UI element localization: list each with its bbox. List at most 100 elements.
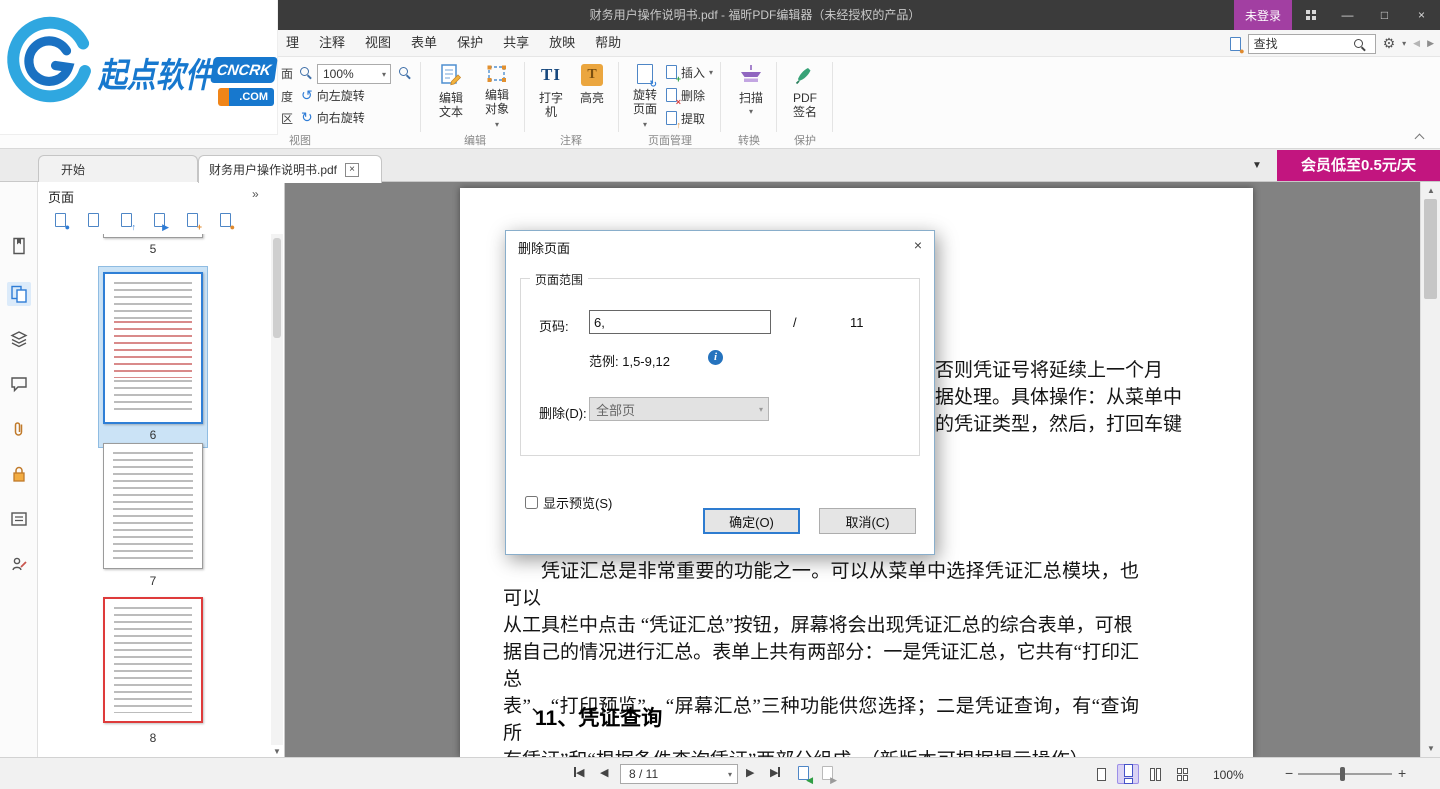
page-thumbnail-8-current[interactable] bbox=[103, 597, 203, 723]
pages-toolbar: ● ↑ ▶ + ● bbox=[38, 210, 271, 234]
tab-active-document[interactable]: 财务用户操作说明书.pdf × bbox=[198, 155, 382, 183]
cancel-button[interactable]: 取消(C) bbox=[819, 508, 916, 534]
document-view: 否则凭证号将延续上一个月 据处理。具体操作：从菜单中 的凭证类型，然后，打回车键… bbox=[285, 182, 1420, 757]
edit-object-button[interactable]: 编辑对象▾ bbox=[474, 60, 520, 132]
menu-item-help[interactable]: 帮助 bbox=[585, 30, 631, 56]
two-page-view-icon[interactable] bbox=[1144, 764, 1166, 784]
zoom-percentage[interactable]: 100% bbox=[1213, 768, 1244, 782]
previous-page-button[interactable]: ◀ bbox=[600, 766, 608, 779]
comments-panel-icon[interactable] bbox=[7, 372, 31, 396]
scan-button[interactable]: 扫描▾ bbox=[730, 60, 772, 132]
page-thumbnail-7[interactable] bbox=[103, 443, 203, 569]
menu-item-form[interactable]: 表单 bbox=[401, 30, 447, 56]
previous-view-icon[interactable]: ◀ bbox=[798, 766, 809, 783]
zoom-slider-thumb[interactable] bbox=[1340, 767, 1345, 781]
layers-panel-icon[interactable] bbox=[7, 327, 31, 351]
apps-grid-icon[interactable] bbox=[1292, 0, 1329, 30]
page-indicator-select[interactable]: 8 / 11 ▾ bbox=[620, 764, 738, 784]
maximize-button[interactable]: □ bbox=[1366, 0, 1403, 30]
menu-item-present[interactable]: 放映 bbox=[539, 30, 585, 56]
show-preview-checkbox[interactable] bbox=[525, 496, 538, 509]
page-range-input[interactable] bbox=[589, 310, 771, 334]
tab-close-icon[interactable]: × bbox=[345, 163, 359, 177]
menu-item-comment[interactable]: 注释 bbox=[309, 30, 355, 56]
close-button[interactable]: × bbox=[1403, 0, 1440, 30]
panel-expand-icon[interactable]: » bbox=[252, 187, 259, 201]
info-icon[interactable]: i bbox=[708, 350, 723, 365]
single-page-view-icon[interactable] bbox=[1090, 764, 1112, 784]
zoom-out-icon[interactable] bbox=[300, 67, 309, 76]
search-input[interactable] bbox=[1254, 37, 1354, 51]
zoom-in-button[interactable]: + bbox=[1398, 765, 1406, 781]
page-copy-icon[interactable] bbox=[88, 213, 99, 232]
insert-pages-button[interactable]: + 插入 ▾ bbox=[666, 63, 720, 81]
tab-list-dropdown-icon[interactable]: ▼ bbox=[1252, 160, 1262, 171]
thumbnail-zoom-icon[interactable]: ● bbox=[55, 213, 66, 232]
zoom-slider[interactable] bbox=[1298, 773, 1392, 775]
page-settings-icon[interactable]: ● bbox=[220, 213, 231, 232]
ok-button[interactable]: 确定(O) bbox=[703, 508, 800, 534]
new-page-icon[interactable]: + bbox=[187, 213, 198, 232]
doc-search-icon[interactable]: ● bbox=[1230, 37, 1241, 51]
login-button[interactable]: 未登录 bbox=[1234, 0, 1292, 30]
last-page-button[interactable]: ▶ bbox=[770, 766, 780, 779]
document-scrollbar[interactable]: ▲ ▼ bbox=[1420, 182, 1440, 757]
menu-item-manage[interactable]: 理 bbox=[276, 30, 309, 56]
form-fields-panel-icon[interactable] bbox=[7, 507, 31, 531]
delete-mode-label: 删除(D): bbox=[539, 403, 587, 422]
next-page-button[interactable]: ▶ bbox=[746, 766, 754, 779]
selected-thumbnail-highlight: 6 bbox=[98, 266, 208, 448]
two-page-continuous-view-icon[interactable] bbox=[1171, 764, 1193, 784]
scroll-down-icon[interactable]: ▼ bbox=[1421, 744, 1440, 753]
search-icon[interactable] bbox=[1354, 39, 1363, 48]
membership-promo-banner[interactable]: 会员低至0.5元/天 bbox=[1277, 150, 1440, 181]
scrollbar-thumb[interactable] bbox=[273, 238, 281, 338]
ribbon-collapse-icon[interactable] bbox=[1415, 134, 1425, 144]
zoom-level-select[interactable]: 100% ▾ bbox=[317, 64, 391, 84]
next-view-icon[interactable]: ▶ bbox=[822, 766, 833, 783]
extract-pages-button[interactable]: ↑ 提取 bbox=[666, 109, 720, 127]
rotate-pages-button[interactable]: ↻ 旋转页面▾ bbox=[624, 60, 666, 132]
page-import-icon[interactable]: ▶ bbox=[154, 213, 165, 232]
page-thumbnail-5[interactable] bbox=[103, 234, 203, 238]
delete-mode-select[interactable]: 全部页 ▾ bbox=[589, 397, 769, 421]
scrollbar-thumb[interactable] bbox=[1424, 199, 1437, 299]
typewriter-button[interactable]: TI 打字机 bbox=[532, 60, 570, 132]
continuous-view-icon[interactable] bbox=[1117, 764, 1139, 784]
chevron-down-icon: ▾ bbox=[754, 405, 768, 414]
security-panel-icon[interactable] bbox=[7, 462, 31, 486]
pages-panel-scrollbar[interactable] bbox=[271, 234, 283, 745]
dialog-close-icon[interactable]: × bbox=[904, 234, 932, 256]
page-export-icon[interactable]: ↑ bbox=[121, 213, 132, 232]
gear-caret-icon[interactable]: ▾ bbox=[1402, 39, 1406, 48]
zoom-out-button[interactable]: − bbox=[1285, 765, 1293, 781]
document-text-line: 据处理。具体操作：从菜单中 bbox=[935, 384, 1182, 411]
delete-pages-dialog: 删除页面 × 页面范围 页码: / 11 范例: 1,5-9,12 i 删除(D… bbox=[505, 230, 935, 555]
chevron-down-icon: ▾ bbox=[495, 120, 499, 129]
gear-icon[interactable]: ⚙ bbox=[1383, 35, 1396, 52]
scroll-up-icon[interactable]: ▲ bbox=[1421, 186, 1440, 195]
nav-back-icon[interactable]: ◀ bbox=[1413, 38, 1420, 49]
delete-pages-button[interactable]: × 删除 bbox=[666, 86, 720, 104]
nav-forward-icon[interactable]: ▶ bbox=[1427, 38, 1434, 49]
menu-item-view[interactable]: 视图 bbox=[355, 30, 401, 56]
tab-start[interactable]: 开始 bbox=[38, 155, 198, 182]
highlight-button[interactable]: T 高亮 bbox=[572, 60, 612, 132]
bookmarks-panel-icon[interactable] bbox=[7, 234, 31, 258]
pdf-sign-button[interactable]: PDF签名 bbox=[782, 60, 828, 132]
typewriter-icon: TI bbox=[541, 60, 561, 90]
menu-item-share[interactable]: 共享 bbox=[493, 30, 539, 56]
zoom-in-icon[interactable] bbox=[399, 67, 408, 76]
rotate-right-button[interactable]: ↻ 向右旋转 bbox=[301, 108, 365, 126]
page-thumbnail-6-selected[interactable] bbox=[103, 272, 203, 424]
page-indicator-value: 8 / 11 bbox=[629, 767, 658, 781]
rotate-left-button[interactable]: ↺ 向左旋转 bbox=[301, 86, 365, 104]
scroll-down-icon[interactable]: ▼ bbox=[271, 747, 283, 756]
page-thumbnails-panel-icon[interactable] bbox=[7, 282, 31, 306]
edit-text-button[interactable]: 编辑文本 bbox=[428, 60, 474, 132]
menu-item-protect[interactable]: 保护 bbox=[447, 30, 493, 56]
attachments-panel-icon[interactable] bbox=[7, 417, 31, 441]
minimize-button[interactable]: — bbox=[1329, 0, 1366, 30]
signature-panel-icon[interactable] bbox=[7, 552, 31, 576]
first-page-button[interactable]: ◀ bbox=[574, 766, 584, 779]
